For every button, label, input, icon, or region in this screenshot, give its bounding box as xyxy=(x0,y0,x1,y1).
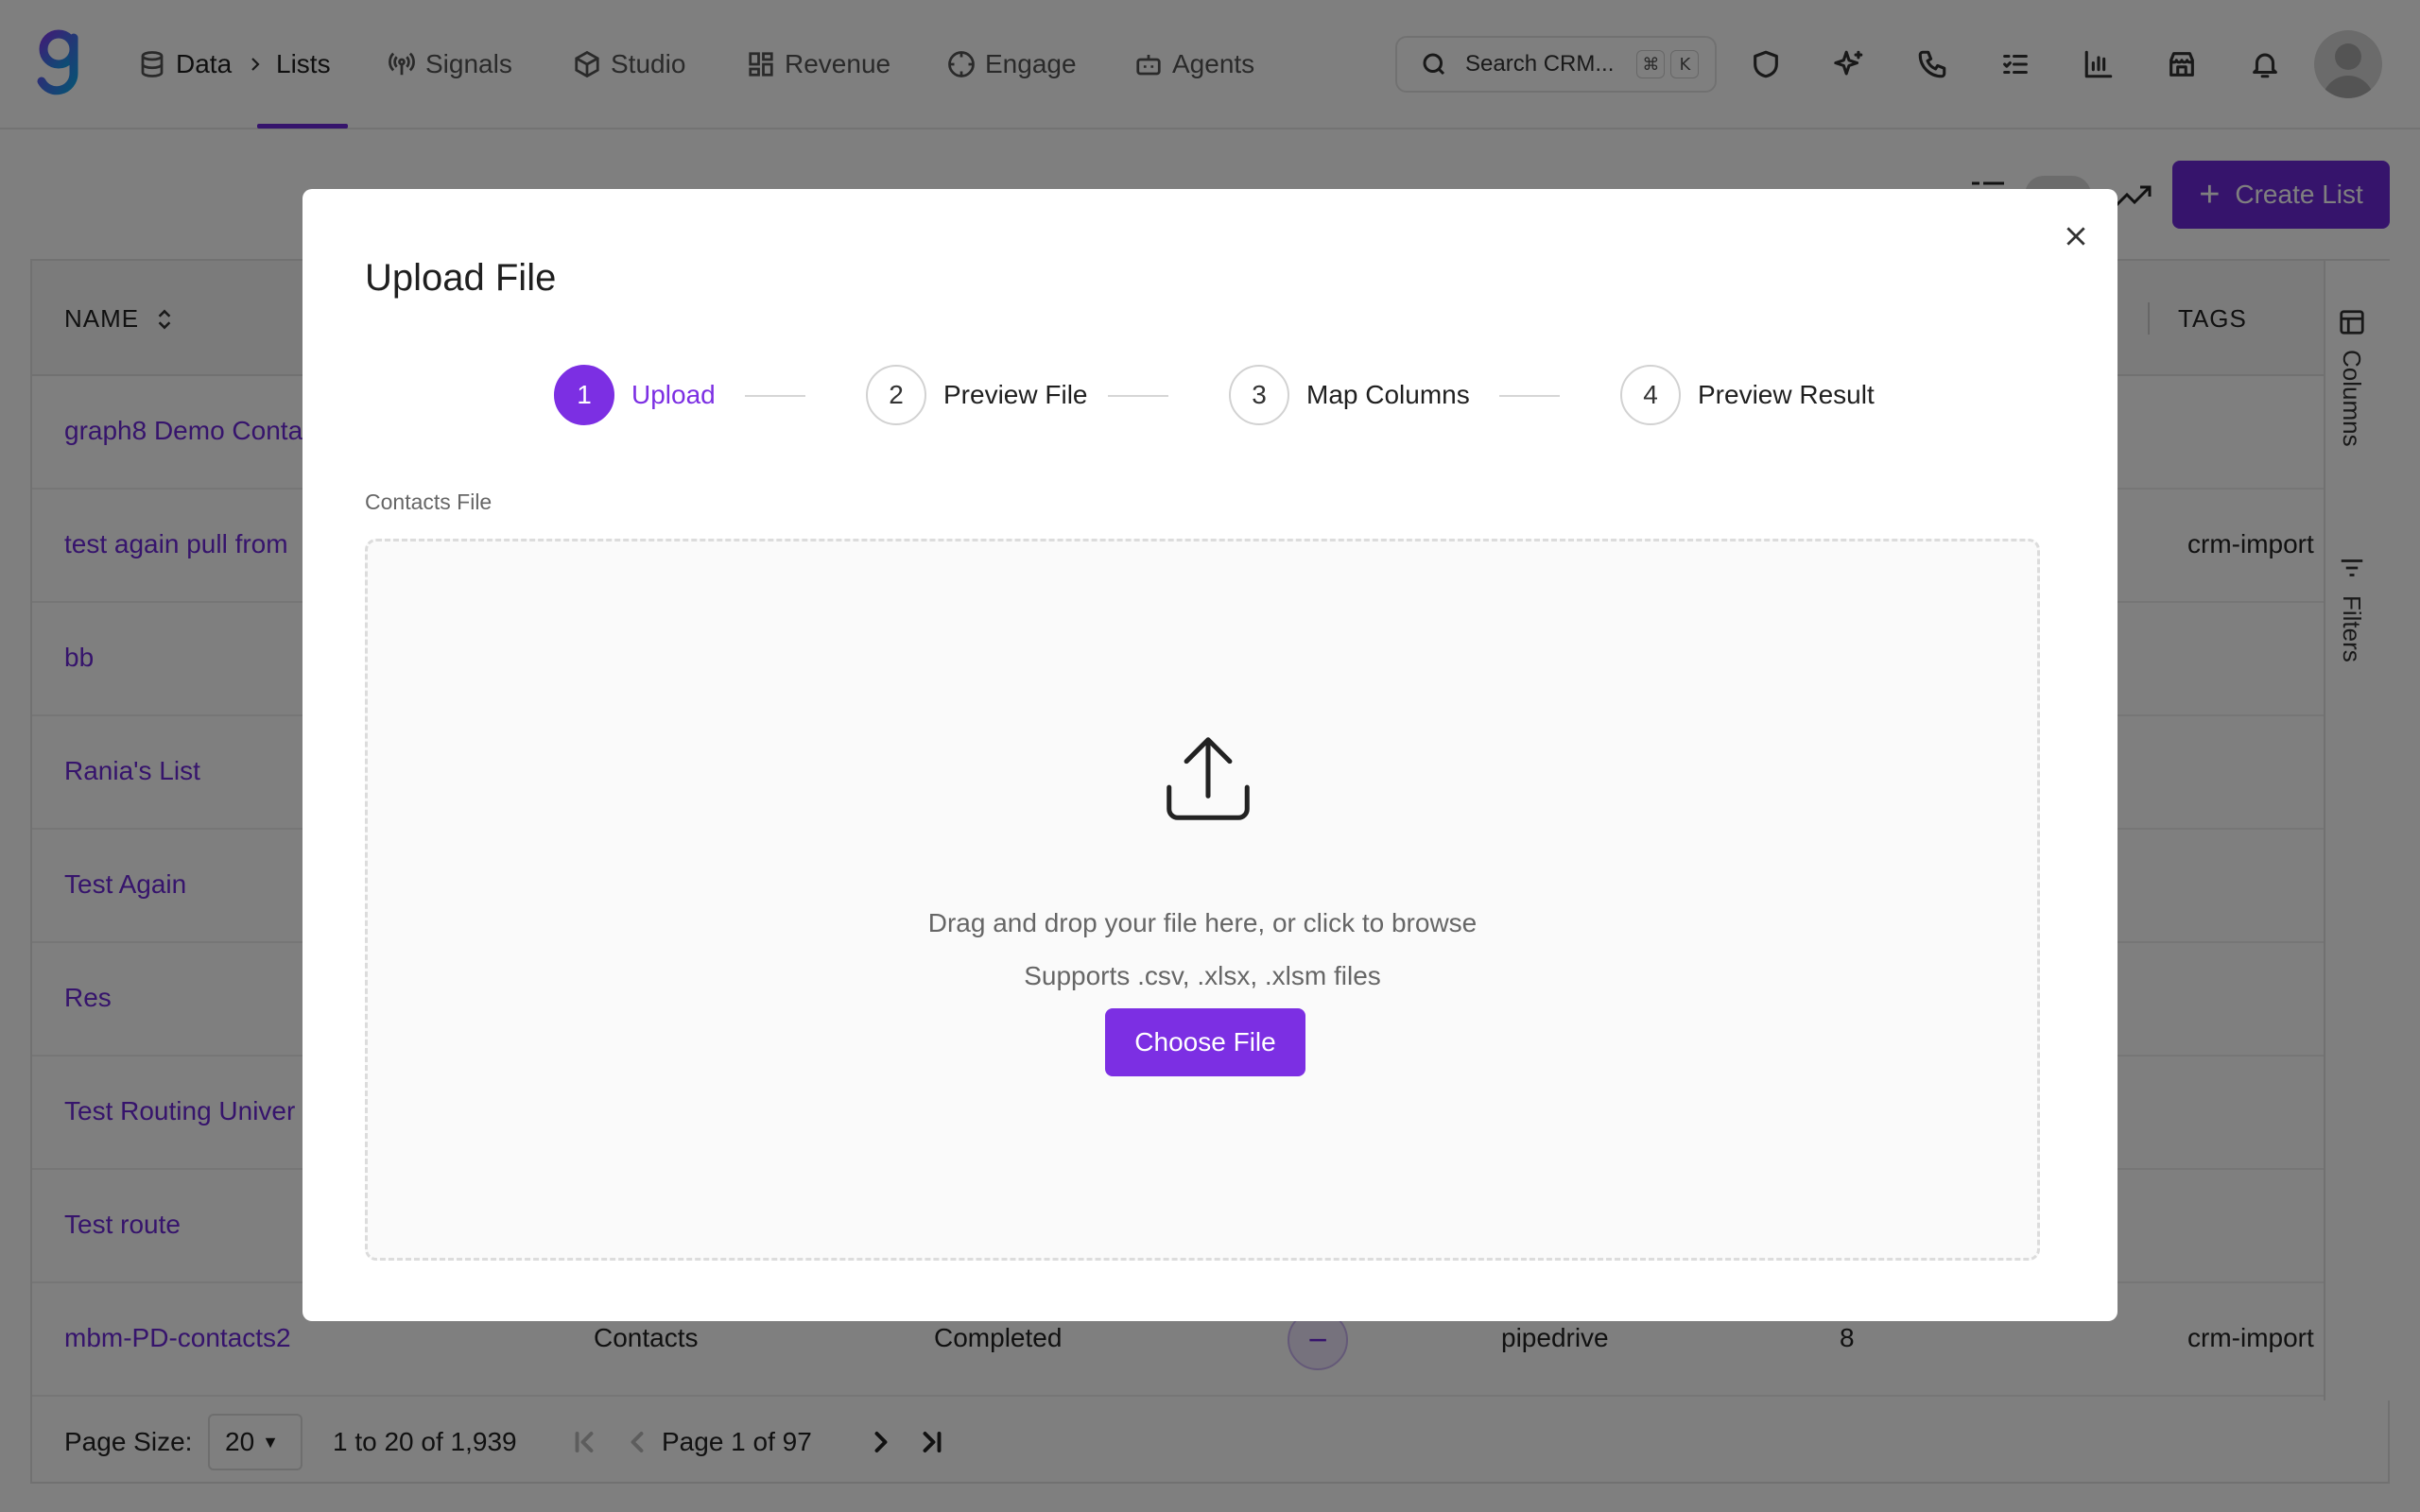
close-icon xyxy=(2066,227,2085,246)
step-label: Preview Result xyxy=(1698,380,1875,409)
step-number: 4 xyxy=(1620,365,1681,425)
file-dropzone[interactable]: Drag and drop your file here, or click t… xyxy=(365,539,2040,1261)
step-label: Preview File xyxy=(943,380,1088,409)
modal-title: Upload File xyxy=(365,257,557,299)
step-number: 2 xyxy=(866,365,926,425)
step-label: Upload xyxy=(631,380,716,409)
step-label: Map Columns xyxy=(1306,380,1470,409)
step-preview-file[interactable]: 2 Preview File xyxy=(866,365,1087,425)
dropzone-instruction: Drag and drop your file here, or click t… xyxy=(927,908,1478,937)
step-number: 1 xyxy=(554,365,614,425)
upload-file-modal: Upload File 1 Upload 2 Preview File 3 Ma… xyxy=(302,189,2118,1321)
supported-formats: Supports .csv, .xlsx, .xlsm files xyxy=(1024,961,1381,990)
contacts-file-label: Contacts File xyxy=(365,490,493,514)
step-upload[interactable]: 1 Upload xyxy=(554,365,716,425)
step-number: 3 xyxy=(1229,365,1289,425)
step-connector xyxy=(1108,395,1168,397)
upload-icon xyxy=(1156,727,1260,831)
step-preview-result[interactable]: 4 Preview Result xyxy=(1620,365,1875,425)
step-map-columns[interactable]: 3 Map Columns xyxy=(1229,365,1470,425)
step-connector xyxy=(1499,395,1560,397)
step-connector xyxy=(745,395,805,397)
close-button[interactable] xyxy=(2057,217,2095,255)
choose-file-button[interactable]: Choose File xyxy=(1105,1008,1305,1076)
